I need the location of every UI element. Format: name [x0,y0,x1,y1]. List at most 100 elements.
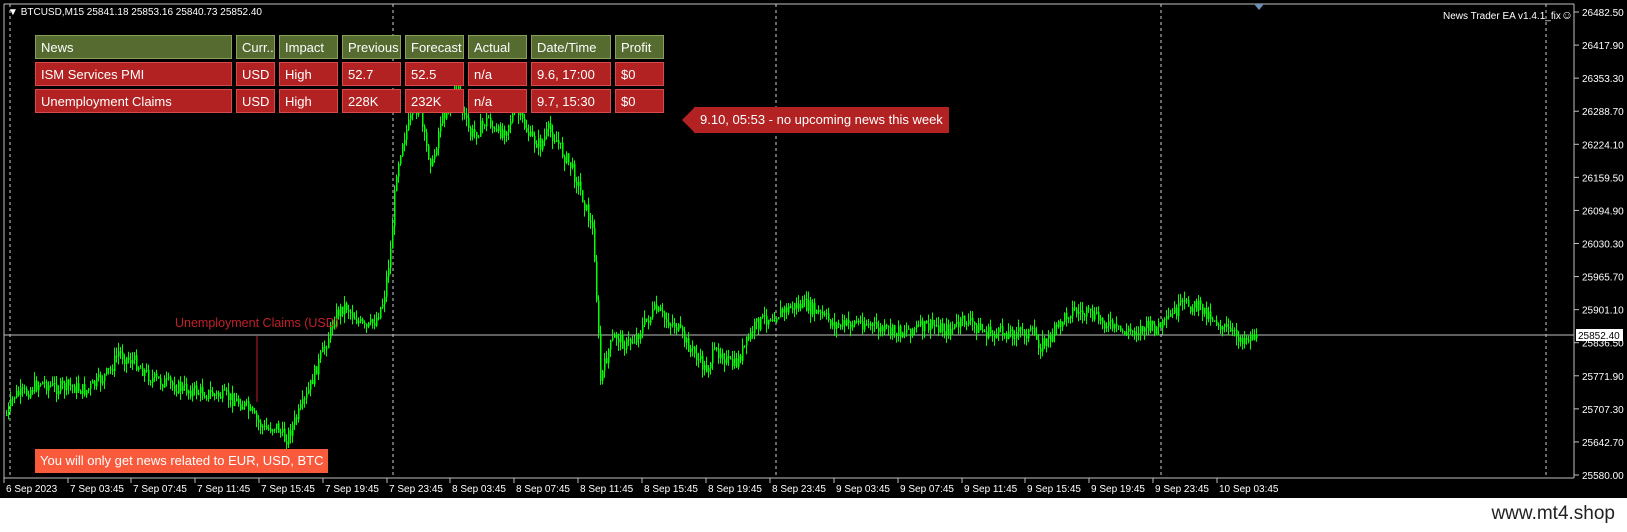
candle-body [968,320,970,325]
candle-body [730,358,732,360]
candle-body [1064,313,1066,323]
candle-body [1000,326,1002,328]
price-label: 25642.70 [1582,438,1624,449]
candle-body [954,324,956,329]
price-label: 26159.50 [1582,173,1624,184]
candle-body [238,398,240,405]
candle-body [368,322,370,327]
cell-impact: High [279,62,338,86]
candle-body [104,374,106,382]
candle-body [12,398,14,400]
candle-body [262,426,264,428]
candle-body [94,380,96,387]
column-header-forecast[interactable]: Forecast [405,35,464,59]
candle-body [528,132,530,136]
table-row[interactable]: Unemployment Claims USD High 228K 232K n… [35,89,664,113]
candle-body [1256,334,1258,339]
ea-label[interactable]: News Trader EA v1.4.1_fix☺ [1443,8,1573,22]
price-label: 26353.30 [1582,74,1624,85]
time-label: 9 Sep 19:45 [1091,484,1145,495]
candle-body [1150,320,1152,331]
candle-body [1228,327,1230,329]
candle-body [506,132,508,136]
candle-body [1226,324,1228,328]
candle-body [936,325,938,327]
candle-body [910,328,912,336]
candle-body [86,390,88,396]
candle-body [230,393,232,400]
candle-body [118,351,120,357]
candle-body [484,124,486,127]
candle-body [1174,307,1176,314]
candle-body [580,181,582,191]
candle-body [840,324,842,327]
candle-body [264,425,266,427]
chart-menu-arrow-icon[interactable]: ▼ [8,7,18,18]
candle-body [346,303,348,310]
time-label: 10 Sep 03:45 [1219,484,1279,495]
table-row[interactable]: ISM Services PMI USD High 52.7 52.5 n/a … [35,62,664,86]
ea-name: News Trader EA v1.4.1_fix [1443,11,1561,22]
candle-body [676,327,678,331]
candle-body [196,385,198,395]
candle-body [554,141,556,143]
column-header-impact[interactable]: Impact [279,35,338,59]
column-header-news[interactable]: News [35,35,232,59]
candle-body [80,390,82,394]
candle-body [644,318,646,325]
price-axis: 26482.50 26417.90 26353.30 26288.70 26224.10… [1574,8,1624,482]
candle-body [40,384,42,386]
price-label: 26224.10 [1582,140,1624,151]
candle-body [96,377,98,387]
candle-body [764,315,766,317]
candle-body [794,303,796,310]
candle-body [620,334,622,343]
candle-body [154,373,156,378]
candle-body [930,319,932,331]
candle-body [938,325,940,333]
candle-body [854,321,856,325]
candle-body [1056,324,1058,327]
candle-body [474,129,476,133]
candle-body [74,386,76,393]
candle-body [546,128,548,137]
candle-body [18,390,20,396]
candle-body [1094,313,1096,320]
candle-body [770,319,772,321]
candle-body [708,368,710,372]
candle-body [884,324,886,332]
candle-body [380,307,382,319]
candle-body [786,307,788,313]
candle-body [172,382,174,386]
candle-body [276,423,278,430]
column-header-profit[interactable]: Profit [615,35,664,59]
candle-body [744,345,746,347]
candle-body [210,390,212,392]
candle-body [150,381,152,383]
column-header-actual[interactable]: Actual [468,35,527,59]
candle-body [34,380,36,392]
candle-body [700,355,702,360]
tooltip-arrow-icon [682,108,694,132]
smiley-icon[interactable]: ☺ [1561,8,1573,22]
candle-body [798,303,800,309]
candle-body [268,428,270,430]
candle-body [430,158,432,166]
column-header-datetime[interactable]: Date/Time [531,35,611,59]
candle-body [942,323,944,332]
candle-body [284,428,286,442]
candle-body [682,327,684,332]
candle-body [70,385,72,387]
column-header-currency[interactable]: Curr.. [236,35,275,59]
column-header-previous[interactable]: Previous [342,35,401,59]
candle-body [374,323,376,326]
price-label: 25707.30 [1582,405,1624,416]
candle-body [494,128,496,130]
candle-body [964,315,966,325]
candle-body [1144,327,1146,332]
candle-body [634,342,636,344]
candle-body [556,140,558,142]
candle-body [282,428,284,433]
candle-body [182,385,184,392]
candle-body [408,119,410,130]
